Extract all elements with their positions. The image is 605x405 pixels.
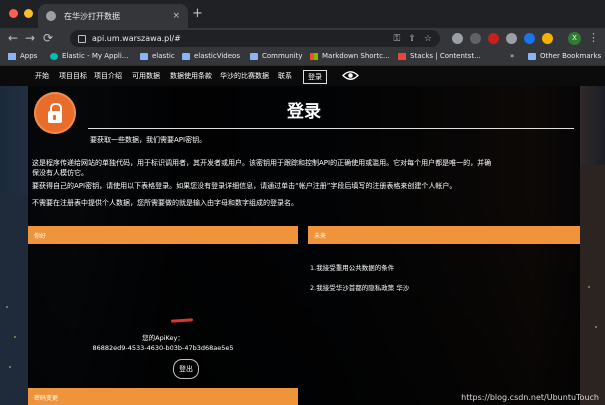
site-navbar: 开始 项目目标 项目介绍 可用数据 数据使用条款 华沙的比赛数据 联系 登录: [0, 66, 605, 86]
tab-title: 在华沙打开数据: [64, 11, 120, 21]
nav-project-goals[interactable]: 项目目标: [59, 71, 87, 81]
address-bar[interactable]: api.um.warszawa.pl/# ⚿ ⇪ ☆: [70, 30, 440, 47]
terms-acceptance-line: 1.我接受重用公共数据的条件: [310, 264, 395, 272]
intro-text: 要获取一些数据，我们需要API密钥。: [90, 136, 207, 144]
reload-button[interactable]: ⟳: [43, 31, 53, 45]
active-tab[interactable]: 在华沙打开数据 ×: [38, 4, 188, 28]
url-text[interactable]: api.um.warszawa.pl/#: [92, 34, 386, 43]
background-light: [595, 326, 597, 328]
background-building: [580, 165, 605, 405]
logout-button[interactable]: 登出: [173, 359, 199, 379]
bookmark-elastic[interactable]: elastic: [140, 52, 175, 60]
nav-available-data[interactable]: 可用数据: [132, 71, 160, 81]
hello-panel-title: 你好: [34, 233, 47, 240]
globe-icon: [46, 11, 56, 21]
registration-instructions: 要获得自己的API密钥，请使用以下表格登录。如果您没有登录详细信息，请通过单击“…: [32, 182, 457, 190]
password-change-title: 密码变更: [34, 395, 59, 402]
bookmark-markdown[interactable]: Markdown Shortc...: [310, 52, 390, 60]
extension-icon[interactable]: [542, 33, 553, 44]
stacks-icon: [398, 52, 406, 60]
bookmark-other[interactable]: Other Bookmarks: [528, 52, 601, 60]
profile-avatar[interactable]: X: [568, 32, 581, 45]
new-tab-button[interactable]: +: [192, 6, 203, 21]
background-light: [9, 366, 11, 368]
extension-icon[interactable]: [452, 33, 463, 44]
redacted-username-mark: [170, 318, 194, 323]
bookmark-community[interactable]: Community: [250, 52, 303, 60]
key-icon[interactable]: ⚿: [394, 34, 401, 44]
nav-start[interactable]: 开始: [35, 71, 49, 81]
folder-icon: [140, 52, 148, 60]
bookmarks-bar: Apps Elastic - My Appli... elastic elast…: [0, 50, 605, 66]
extension-icon[interactable]: [524, 33, 535, 44]
nav-data-terms[interactable]: 数据使用条款: [170, 71, 212, 81]
future-panel-header: 未来: [308, 226, 580, 244]
close-tab-icon[interactable]: ×: [172, 11, 180, 21]
privacy-note: 不需要在注册表中提供个人数据，您所需要做的就是输入由字母和数字组成的登录名。: [32, 199, 298, 207]
csdn-watermark: https://blog.csdn.net/UbuntuTouch: [461, 393, 599, 402]
api-key-value: 86882ed9-4533-4630-b03b-47b3d68ae5e5: [92, 344, 234, 352]
browser-toolbar: ← → ⟳ api.um.warszawa.pl/# ⚿ ⇪ ☆ X ⋮: [0, 28, 605, 50]
bookmark-apps[interactable]: Apps: [8, 52, 37, 60]
folder-icon: [528, 52, 536, 60]
apps-grid-icon: [8, 52, 16, 60]
close-window-button[interactable]: [9, 9, 18, 18]
microsoft-icon: [310, 52, 318, 60]
eye-icon[interactable]: [342, 70, 359, 81]
bookmark-star-icon[interactable]: ☆: [424, 34, 432, 44]
bookmark-stacks[interactable]: Stacks | Contentst...: [398, 52, 481, 60]
background-light: [14, 336, 16, 338]
hello-panel-header: 你好: [28, 226, 298, 244]
api-key-label: 您的ApiKey：: [142, 334, 184, 342]
forward-button[interactable]: →: [25, 31, 35, 45]
api-key-description-line2: 保没有人模仿它。: [32, 169, 88, 177]
title-divider: [88, 128, 574, 129]
extension-icon[interactable]: [506, 33, 517, 44]
nav-contact[interactable]: 联系: [278, 71, 292, 81]
login-nav-button[interactable]: 登录: [303, 70, 327, 84]
api-key-description-line1: 这是程序传递给网站的单独代码，用于标识调用者，其开发者或用户。该密钥用于跟踪和控…: [32, 159, 492, 167]
bookmark-elasticvideos[interactable]: elasticVideos: [182, 52, 240, 60]
bookmarks-overflow-chevron[interactable]: »: [510, 52, 514, 60]
background-building: [0, 195, 28, 405]
share-icon[interactable]: ⇪: [408, 34, 416, 44]
folder-icon: [182, 52, 190, 60]
browser-menu-icon[interactable]: ⋮: [588, 31, 599, 44]
elastic-icon: [50, 52, 58, 60]
login-content-panel: 登录 要获取一些数据，我们需要API密钥。 这是程序传递给网站的单独代码，用于标…: [28, 86, 580, 405]
minimize-window-button[interactable]: [24, 9, 33, 18]
page-title: 登录: [287, 102, 321, 122]
extension-icon[interactable]: [470, 33, 481, 44]
extension-icon[interactable]: [488, 33, 499, 44]
folder-icon: [250, 52, 258, 60]
nav-project-intro[interactable]: 项目介绍: [94, 71, 122, 81]
web-page: 开始 项目目标 项目介绍 可用数据 数据使用条款 华沙的比赛数据 联系 登录 登…: [0, 66, 605, 405]
future-panel-title: 未来: [314, 233, 327, 240]
password-change-panel-header[interactable]: 密码变更: [28, 388, 298, 405]
background-light: [588, 286, 590, 288]
background-light: [6, 306, 8, 308]
secure-lock-icon: [78, 34, 86, 43]
back-button[interactable]: ←: [8, 31, 18, 45]
bookmark-elastic-my-apps[interactable]: Elastic - My Appli...: [50, 52, 128, 60]
nav-warsaw-contest[interactable]: 华沙的比赛数据: [220, 71, 269, 81]
browser-tab-strip: 在华沙打开数据 × +: [0, 0, 605, 28]
privacy-acceptance-line: 2.我接受华沙首都的隐私政策 华沙: [310, 284, 410, 292]
